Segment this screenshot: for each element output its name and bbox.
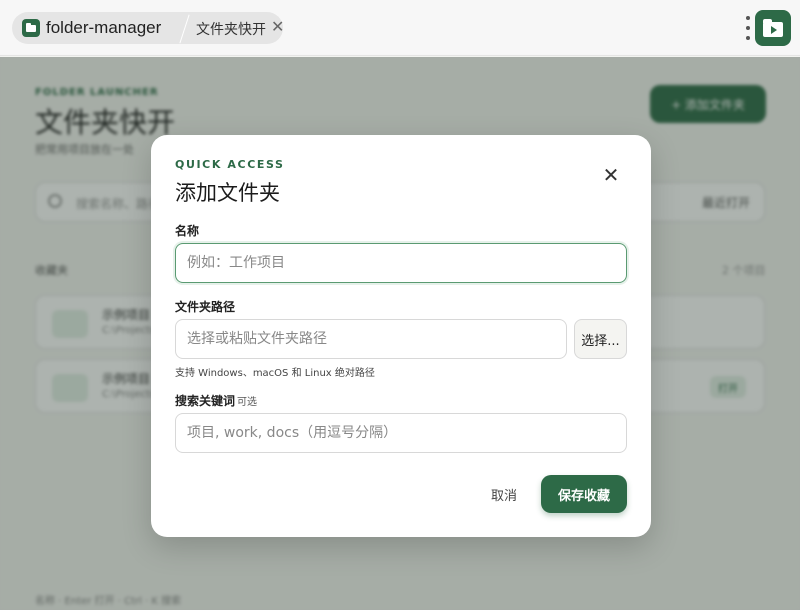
name-input[interactable]	[175, 243, 627, 283]
optional-tag: 可选	[237, 397, 258, 408]
more-menu-icon[interactable]	[744, 16, 752, 40]
path-hint: 支持 Windows、macOS 和 Linux 绝对路径	[175, 368, 375, 379]
cancel-button[interactable]: 取消	[481, 476, 527, 512]
name-label: 名称	[175, 224, 200, 238]
choose-folder-button[interactable]: 选择...	[574, 319, 627, 359]
add-folder-dialog: QUICK ACCESS 添加文件夹 ✕ 名称 文件夹路径 选择... 支持 W…	[151, 135, 651, 537]
dialog-title: 添加文件夹	[175, 181, 280, 205]
tab-title: 文件夹快开	[196, 22, 266, 38]
dialog-kicker: QUICK ACCESS	[175, 158, 285, 171]
path-input[interactable]	[175, 319, 567, 359]
app-tab[interactable]: folder-manager 文件夹快开 ✕	[12, 12, 284, 44]
app-topbar: folder-manager 文件夹快开 ✕	[0, 0, 800, 56]
keywords-input[interactable]	[175, 413, 627, 453]
keywords-label-text: 搜索关键词	[175, 394, 236, 408]
app-name: folder-manager	[46, 18, 162, 37]
keywords-label: 搜索关键词 可选	[175, 392, 257, 409]
tab-separator	[178, 12, 190, 44]
tab-close-icon[interactable]: ✕	[271, 18, 284, 36]
folder-icon	[22, 19, 40, 37]
save-button[interactable]: 保存收藏	[541, 475, 627, 513]
close-icon[interactable]: ✕	[599, 163, 623, 187]
folder-play-icon[interactable]	[755, 10, 791, 46]
path-label: 文件夹路径	[175, 300, 236, 314]
